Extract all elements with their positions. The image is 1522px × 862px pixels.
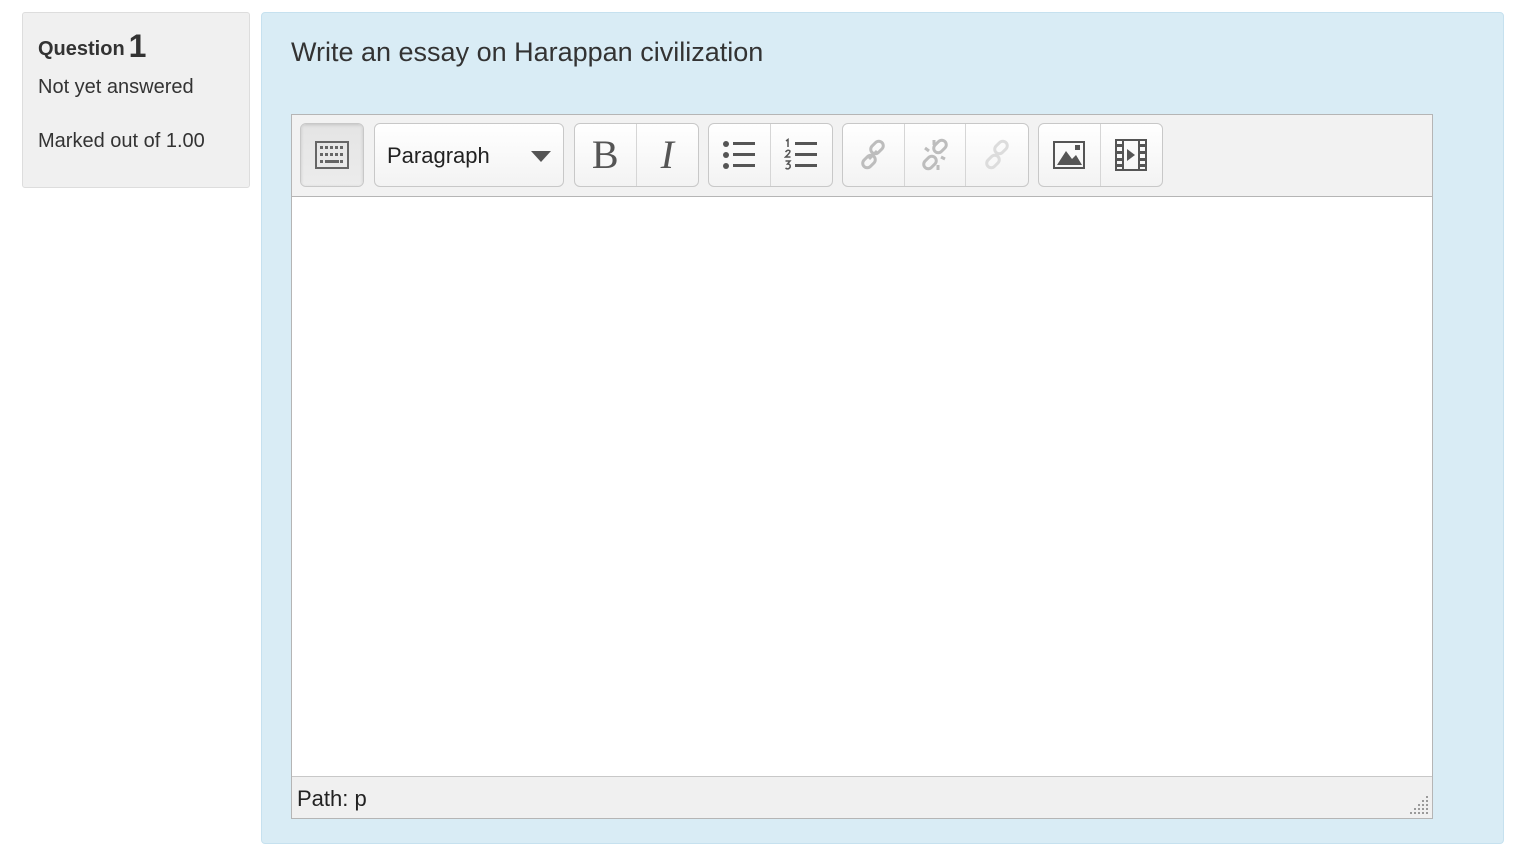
insert-link-button[interactable] — [843, 124, 905, 186]
bold-icon: B — [591, 132, 619, 177]
editor-content-area[interactable] — [292, 197, 1432, 777]
format-select-value: Paragraph — [387, 143, 490, 168]
chevron-down-icon — [531, 151, 551, 162]
bold-button[interactable]: B — [575, 124, 637, 186]
keyboard-grid-icon — [315, 141, 349, 169]
answer-state: Not yet answered — [38, 76, 194, 98]
media-group — [1038, 123, 1163, 187]
bullet-list-icon — [723, 141, 756, 169]
question-number: 1 — [128, 28, 147, 64]
list-group — [708, 123, 833, 187]
italic-icon: I — [660, 132, 674, 177]
anchor-button[interactable] — [966, 124, 1028, 186]
italic-button[interactable]: I — [637, 124, 699, 186]
unlink-button[interactable] — [905, 124, 967, 186]
grade-info: Marked out of 1.00 — [38, 130, 205, 152]
numbered-list-icon — [784, 138, 818, 170]
numbered-list-button[interactable] — [771, 124, 833, 186]
text-style-group: B I — [574, 123, 699, 187]
insert-image-button[interactable] — [1039, 124, 1101, 186]
paragraph-format-select[interactable]: Paragraph — [374, 123, 564, 187]
question-content-box: Write an essay on Harappan civilization — [261, 12, 1504, 844]
toolbar-toggle-group — [300, 123, 364, 187]
rich-text-editor: Paragraph B I Path: p — [291, 114, 1433, 819]
bullet-list-button[interactable] — [709, 124, 771, 186]
question-info-box: Question 1 Not yet answered Marked out of… — [22, 12, 250, 188]
editor-toolbar: Paragraph B I — [292, 115, 1432, 197]
anchor-link-icon — [985, 139, 1009, 170]
film-icon — [1115, 139, 1148, 171]
insert-media-button[interactable] — [1101, 124, 1163, 186]
resize-handle-icon[interactable] — [1404, 790, 1430, 816]
question-label: Question — [38, 38, 125, 60]
toolbar-toggle-button[interactable] — [301, 124, 363, 186]
editor-statusbar: Path: p — [292, 776, 1432, 818]
unlink-icon — [922, 138, 948, 171]
element-path: Path: p — [297, 786, 367, 811]
question-number-heading: Question 1 — [38, 27, 234, 67]
link-group — [842, 123, 1029, 187]
question-text: Write an essay on Harappan civilization — [291, 37, 764, 67]
link-icon — [861, 139, 886, 170]
image-icon — [1053, 141, 1086, 169]
